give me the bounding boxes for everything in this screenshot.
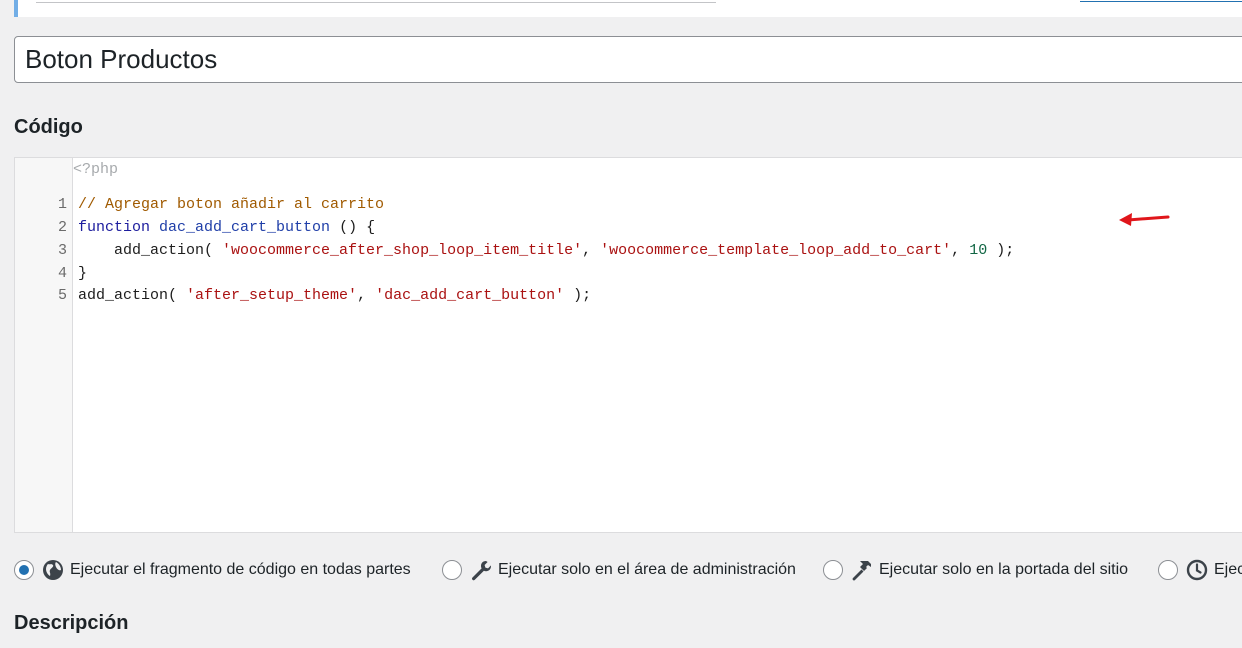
globe-icon (43, 560, 63, 580)
code-token-string: 'woocommerce_after_shop_loop_item_title' (222, 242, 583, 259)
code-editor[interactable]: <?php 1 // Agregar boton añadir al carri… (14, 157, 1242, 533)
scope-radio-everywhere[interactable] (14, 560, 34, 580)
scope-radio-single-use[interactable] (1158, 560, 1178, 580)
scope-label-admin: Ejecutar solo en el área de administraci… (498, 561, 796, 578)
scope-label-single-use: Ejec (1214, 561, 1242, 578)
code-line[interactable]: } (78, 265, 87, 282)
code-token: , (582, 242, 601, 259)
code-token-keyword: function (78, 219, 151, 236)
description-heading: Descripción (14, 612, 129, 634)
line-number: 2 (57, 219, 67, 236)
code-token: ); (987, 242, 1015, 259)
php-open-tag: <?php (73, 161, 119, 178)
notice-text-clipped (36, 0, 716, 3)
code-line[interactable]: add_action( 'after_setup_theme', 'dac_ad… (78, 287, 591, 304)
scope-label-everywhere: Ejecutar el fragmento de código en todas… (70, 561, 411, 578)
code-token-string: 'woocommerce_template_loop_add_to_cart' (600, 242, 952, 259)
line-number: 4 (57, 265, 67, 282)
scope-option-single-use[interactable]: Ejec (1158, 556, 1242, 584)
wrench-icon (471, 561, 491, 581)
code-token: () { (330, 219, 376, 236)
line-number: 3 (57, 242, 67, 259)
code-token: , (951, 242, 970, 259)
red-arrow-annotation (1119, 213, 1170, 226)
code-heading: Código (14, 116, 83, 138)
clock-icon (1186, 559, 1208, 581)
scope-label-front-end: Ejecutar solo en la portada del sitio (879, 561, 1129, 578)
snippet-title-input[interactable] (14, 36, 1242, 83)
code-line[interactable]: // Agregar boton añadir al carrito (78, 196, 384, 213)
code-token: ); (564, 287, 592, 304)
code-token-number: 10 (969, 242, 988, 259)
code-token: add_action( (78, 242, 223, 259)
scope-option-admin[interactable]: Ejecutar solo en el área de administraci… (442, 556, 796, 584)
code-token-def: dac_add_cart_button (159, 219, 331, 236)
line-number: 1 (57, 196, 67, 213)
line-number: 5 (57, 287, 67, 304)
code-token-comment: // Agregar boton añadir al carrito (78, 196, 385, 213)
code-token-string: 'dac_add_cart_button' (375, 287, 565, 304)
hammer-icon (852, 561, 871, 581)
admin-notice (14, 0, 1242, 17)
scope-radio-admin[interactable] (442, 560, 462, 580)
code-token: } (78, 265, 88, 282)
notice-link-clipped[interactable] (1080, 0, 1242, 2)
code-line[interactable]: add_action( 'woocommerce_after_shop_loop… (78, 242, 1014, 259)
line-number-gutter (15, 158, 73, 532)
scope-option-front-end[interactable]: Ejecutar solo en la portada del sitio (823, 556, 1128, 584)
code-token-string: 'after_setup_theme' (186, 287, 358, 304)
scope-radio-front-end[interactable] (823, 560, 843, 580)
code-token: , (357, 287, 376, 304)
code-token: add_action( (78, 287, 187, 304)
scope-option-everywhere[interactable]: Ejecutar el fragmento de código en todas… (14, 556, 411, 584)
code-line[interactable]: function dac_add_cart_button () { (78, 219, 375, 236)
